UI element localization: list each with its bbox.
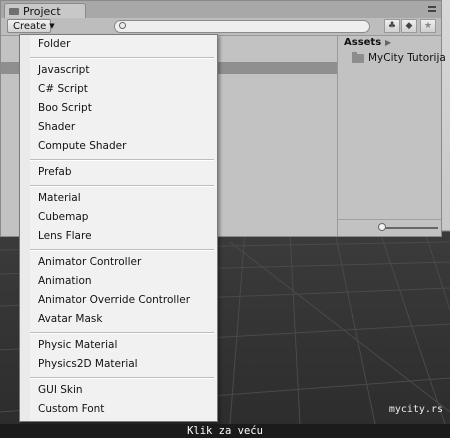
create-label: Create [13,20,47,32]
menu-item-physics2d-material[interactable]: Physics2D Material [38,356,138,372]
menu-item-animator-controller[interactable]: Animator Controller [38,254,141,270]
folder-icon [352,51,364,63]
menu-separator [30,57,214,59]
tab-project[interactable]: Project [4,3,86,18]
menu-item-c-script[interactable]: C# Script [38,81,88,97]
tab-strip: Project [1,1,441,19]
tab-label: Project [23,4,61,18]
window-menu-icon[interactable] [427,4,437,14]
menu-item-javascript[interactable]: Javascript [38,62,89,78]
filter-by-type-icon[interactable]: ♣ [384,19,400,33]
asset-folder-label: MyCity Tutorija [368,52,446,64]
create-button[interactable]: Create ▼ [7,19,55,33]
assets-footer [338,219,441,236]
breadcrumb-assets[interactable]: Assets [344,37,381,48]
caption-bar[interactable]: Klik za veću [0,424,450,438]
menu-item-avatar-mask[interactable]: Avatar Mask [38,311,102,327]
menu-separator [30,249,214,251]
menu-item-animation[interactable]: Animation [38,273,92,289]
menu-item-folder[interactable]: Folder [38,36,70,52]
menu-item-prefab[interactable]: Prefab [38,164,72,180]
filter-by-label-icon[interactable]: ◆ [401,19,417,33]
menu-item-gui-skin[interactable]: GUI Skin [38,382,83,398]
dropdown-arrow-icon: ▼ [49,22,55,30]
menu-item-physic-material[interactable]: Physic Material [38,337,117,353]
create-dropdown-menu: Folder Javascript C# Script Boo Script Shade… [19,34,218,422]
menu-item-cubemap[interactable]: Cubemap [38,209,88,225]
breadcrumb-arrow-icon: ▶ [385,38,392,47]
watermark: mycity.rs [388,404,443,415]
menu-item-material[interactable]: Material [38,190,81,206]
menu-separator [30,185,214,187]
zoom-slider-track[interactable] [384,227,438,229]
menu-item-boo-script[interactable]: Boo Script [38,100,92,116]
menu-icon-margin [20,35,30,421]
menu-item-compute-shader[interactable]: Compute Shader [38,138,126,154]
menu-item-animator-override-controller[interactable]: Animator Override Controller [38,292,190,308]
assets-pane: Assets ▶ MyCity Tutorija [338,36,446,236]
star-icon[interactable]: ★ [420,19,436,33]
search-icon [119,22,126,29]
menu-separator [30,159,214,161]
asset-folder-item[interactable]: MyCity Tutorija [352,51,446,64]
search-input[interactable] [114,20,370,33]
menu-item-lens-flare[interactable]: Lens Flare [38,228,92,244]
menu-separator [30,377,214,379]
menu-separator [30,332,214,334]
menu-item-custom-font[interactable]: Custom Font [38,401,104,417]
caption-text: Klik za veću [187,425,263,437]
menu-item-shader[interactable]: Shader [38,119,75,135]
folder-icon [9,7,19,15]
zoom-slider-handle[interactable] [378,223,386,231]
